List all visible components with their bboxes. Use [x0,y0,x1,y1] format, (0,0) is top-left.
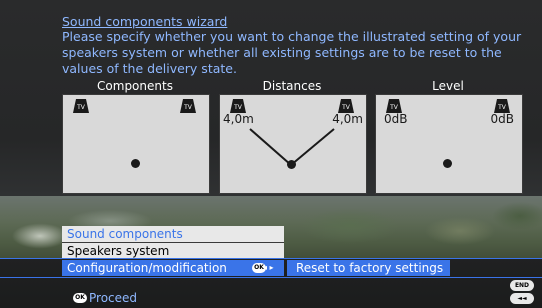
sound-wizard-screen: Sound components wizard Please specify w… [0,0,542,308]
svg-text:TV: TV [76,104,86,111]
listener-position-dot [131,159,140,168]
speaker-right-icon: TV [338,99,354,113]
speaker-left-icon: TV [230,99,246,113]
ok-key-icon: OK [73,293,87,303]
right-level-value: 0dB [490,112,514,126]
distances-panel: TV TV 4,0m 4,0m [219,94,367,194]
menu-item-label: Configuration/modification [67,261,227,275]
speaker-right-icon: TV [494,99,510,113]
listener-position-dot [443,159,452,168]
left-distance-value: 4,0m [223,112,254,126]
reset-factory-settings-button[interactable]: Reset to factory settings [287,260,450,276]
separator-line [0,277,542,278]
arrow-right-icon: ◂ ▸ [263,263,274,272]
proceed-label: Proceed [89,291,138,305]
speaker-left-icon: TV [386,99,402,113]
speaker-right-icon: TV [180,99,196,113]
svg-text:TV: TV [497,104,507,111]
menu-item-sound-components[interactable]: Sound components [62,226,284,242]
components-panel: TV TV [62,94,210,194]
menu-item-speakers-system[interactable]: Speakers system [62,242,284,258]
distances-label: Distances [262,79,322,93]
right-distance-value: 4,0m [332,112,363,126]
level-panel: TV TV 0dB 0dB [375,94,523,194]
svg-text:TV: TV [183,104,193,111]
menu-item-configuration[interactable]: Configuration/modification [62,260,284,276]
svg-text:TV: TV [233,104,243,111]
components-label: Components [97,79,173,93]
left-level-value: 0dB [384,112,408,126]
listener-position-dot [287,160,296,169]
speaker-left-icon: TV [73,99,89,113]
level-label: Level [432,79,464,93]
end-key[interactable]: END [510,280,534,291]
wizard-description: Please specify whether you want to chang… [62,29,522,76]
svg-text:TV: TV [389,104,399,111]
svg-text:TV: TV [341,104,351,111]
back-key[interactable]: ◄◄ [510,293,534,304]
wizard-title: Sound components wizard [62,14,228,29]
